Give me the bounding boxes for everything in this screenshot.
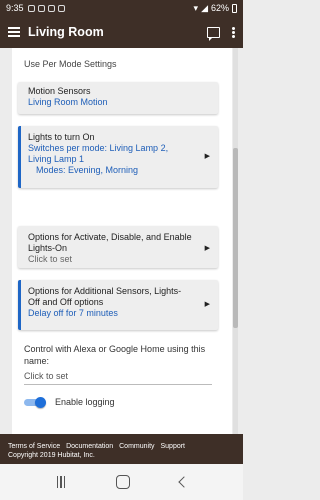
menu-icon[interactable] [0,16,28,48]
notification-icons [27,4,65,12]
motion-sensors-card[interactable]: Motion Sensors Living Room Motion [18,82,218,114]
card-header: Lights to turn On [28,132,95,142]
section-label: Use Per Mode Settings [24,59,117,69]
app-bar: Living Room [0,16,243,48]
home-icon[interactable] [116,475,131,489]
back-icon[interactable] [178,476,190,488]
chevron-right-icon: ▶ [204,301,210,308]
card-value: Delay off for 7 minutes [28,308,118,318]
alexa-name-field[interactable]: Click to set [24,371,212,385]
card-value-line2: Living Lamp 1 [28,154,85,164]
lights-to-turn-on-card[interactable]: Lights to turn On Switches per mode: Liv… [18,126,218,188]
more-options-icon[interactable] [232,30,235,34]
battery-icon [232,3,237,13]
signal-icon: ◢ [201,2,208,13]
card-header-line2: Off and Off options [28,297,104,307]
activate-options-card[interactable]: Options for Activate, Disable, and Enabl… [18,226,218,268]
toggle-knob [35,397,46,408]
page-title: Living Room [28,25,104,39]
feedback-icon[interactable] [207,26,220,41]
wifi-icon: ▾ [193,2,199,13]
support-link[interactable]: Support [160,443,185,450]
card-header-line1: Options for Additional Sensors, Lights- [28,286,182,296]
chevron-right-icon: ▶ [204,153,210,160]
card-sub: Click to set [28,254,73,264]
card-header-line2: Lights-On [28,243,68,253]
logging-label: Enable logging [55,397,115,407]
additional-sensors-card[interactable]: Options for Additional Sensors, Lights- … [18,280,218,330]
documentation-link[interactable]: Documentation [66,443,113,450]
scrollbar[interactable] [233,48,238,434]
community-link[interactable]: Community [119,443,154,450]
card-value-line1: Switches per mode: Living Lamp 2, [28,143,169,153]
chevron-right-icon: ▶ [204,245,210,252]
card-value-line3: Modes: Evening, Morning [36,165,139,175]
recents-icon[interactable] [55,476,67,488]
scrollbar-thumb[interactable] [233,148,238,328]
terms-link[interactable]: Terms of Service [8,443,60,450]
battery-percent: 62% [210,3,229,13]
status-time: 9:35 [6,3,24,13]
copyright: Copyright 2019 Hubitat, Inc. [8,452,95,459]
alexa-name-label: Control with Alexa or Google Home using … [24,344,206,366]
card-header-line1: Options for Activate, Disable, and Enabl… [28,232,192,242]
footer: Terms of Service Documentation Community… [0,434,243,464]
system-nav-bar [0,464,243,500]
status-right: ▾ ◢ 62% [194,3,237,14]
logging-toggle[interactable] [24,397,46,408]
status-bar: 9:35 ▾ ◢ 62% [0,0,243,16]
card-value: Living Room Motion [28,97,108,107]
card-header: Motion Sensors [28,86,91,96]
